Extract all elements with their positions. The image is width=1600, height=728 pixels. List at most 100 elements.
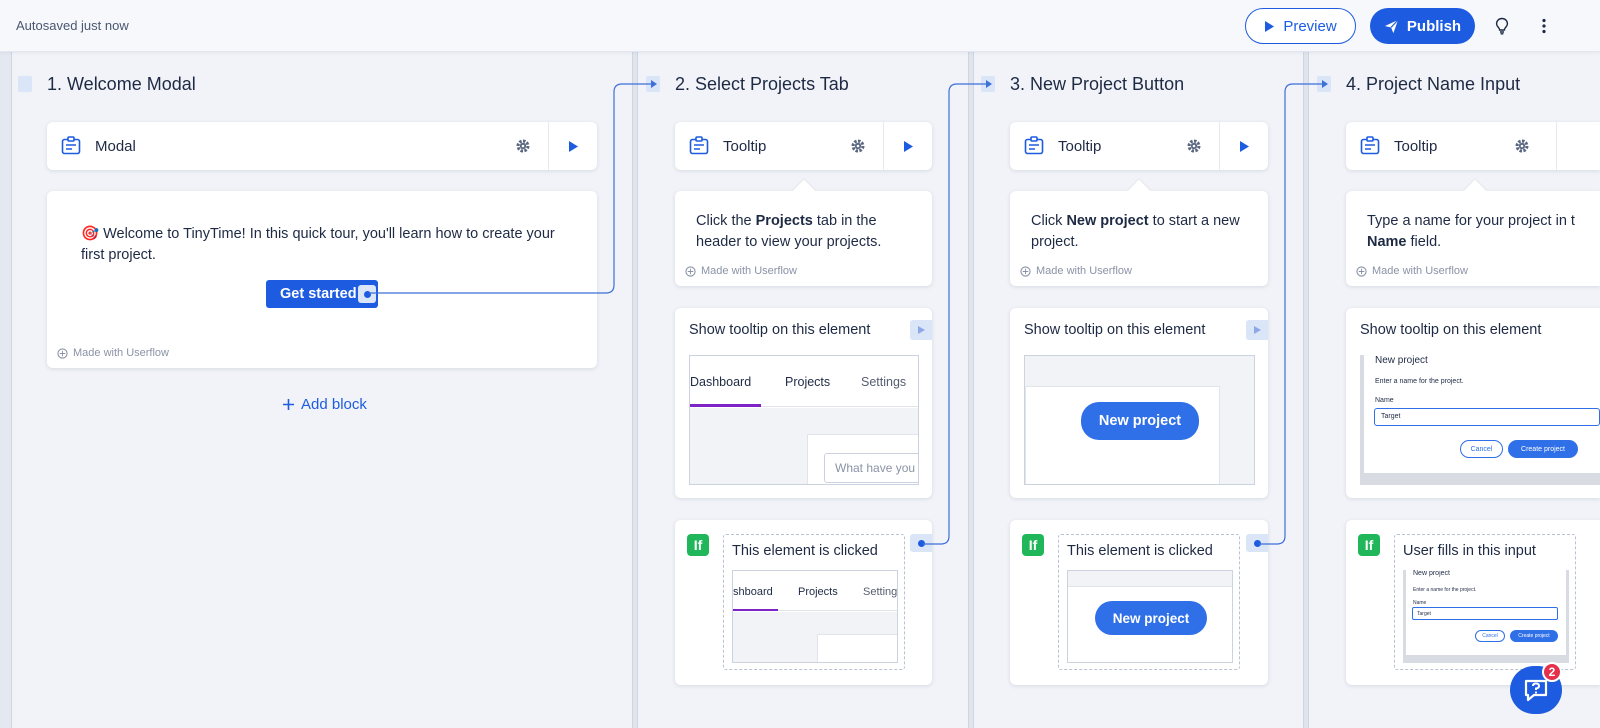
help-icon <box>1524 679 1548 702</box>
target-screenshot[interactable]: New project <box>1024 355 1255 485</box>
dialog-name-input: Target <box>1412 607 1558 620</box>
tooltip-arrow <box>1463 179 1487 203</box>
made-with-userflow: Made with Userflow <box>1020 265 1132 277</box>
condition-card[interactable]: If User fills in this input New project … <box>1346 520 1600 685</box>
connector-line <box>923 83 988 545</box>
tooltip-content-text[interactable]: Click the Projects tab in the header to … <box>696 211 921 253</box>
notification-badge: 2 <box>1542 662 1562 682</box>
play-step-button[interactable] <box>884 122 932 170</box>
modal-preview-card[interactable]: 🎯 Welcome to TinyTime! In this quick tou… <box>47 191 597 368</box>
add-block-button[interactable]: Add block <box>282 396 367 413</box>
autosave-status: Autosaved just now <box>16 18 129 33</box>
condition-output-port[interactable] <box>910 534 932 552</box>
gear-icon[interactable] <box>513 136 533 156</box>
userflow-logo-icon <box>1356 265 1367 277</box>
condition-box[interactable]: This element is clicked shboard Projects… <box>723 534 905 670</box>
modal-content-text[interactable]: 🎯 Welcome to TinyTime! In this quick tou… <box>81 224 571 266</box>
made-with-userflow: Made with Userflow <box>1356 265 1468 277</box>
condition-screenshot: shboard Projects Settings <box>732 570 898 663</box>
play-icon <box>1265 20 1275 32</box>
get-started-button[interactable]: Get started <box>266 280 378 308</box>
send-icon <box>1384 19 1399 33</box>
userflow-logo-icon <box>685 265 696 277</box>
more-options-icon[interactable] <box>1532 14 1556 38</box>
mini-panel <box>817 634 897 662</box>
target-title: Show tooltip on this element <box>689 322 871 338</box>
step-type-label: Tooltip <box>1394 137 1438 155</box>
condition-title: This element is clicked <box>732 543 878 559</box>
step-title[interactable]: 1. Welcome Modal <box>47 74 196 95</box>
condition-screenshot: New project <box>1067 570 1233 663</box>
play-step-button[interactable] <box>549 122 597 170</box>
condition-title: User fills in this input <box>1403 543 1536 559</box>
preview-button[interactable]: Preview <box>1245 8 1356 44</box>
tooltip-preview-card[interactable]: Click the Projects tab in the header to … <box>675 179 932 286</box>
step-entry-port[interactable] <box>981 76 995 92</box>
connector-line <box>1259 83 1324 545</box>
mini-tab: shboard <box>733 586 773 598</box>
step-type-card[interactable]: Tooltip <box>1010 122 1268 170</box>
play-icon <box>568 140 578 152</box>
active-tab-indicator <box>690 404 761 407</box>
condition-card[interactable]: If This element is clicked shboard Proje… <box>675 520 932 685</box>
target-screenshot[interactable]: Dashboard Projects Settings What have yo… <box>689 355 919 485</box>
if-icon: If <box>687 534 709 556</box>
condition-box[interactable]: User fills in this input New project Ent… <box>1394 534 1576 670</box>
dialog-title: New project <box>1375 355 1428 366</box>
step-divider <box>632 52 638 728</box>
step-type-card[interactable]: Tooltip <box>1346 122 1600 170</box>
play-icon <box>1239 140 1249 152</box>
tooltip-preview-card[interactable]: Type a name for your project in t Name fi… <box>1346 179 1600 286</box>
tooltip-preview-card[interactable]: Click New project to start a new project… <box>1010 179 1268 286</box>
target-element-card[interactable]: Show tooltip on this element Dashboard P… <box>675 308 932 498</box>
dialog-name-input: Target <box>1374 408 1600 426</box>
userflow-logo-icon <box>1020 265 1031 277</box>
target-title: Show tooltip on this element <box>1024 322 1206 338</box>
gear-icon[interactable] <box>1512 136 1532 156</box>
step-entry-port[interactable] <box>646 76 660 92</box>
mini-tab: Dashboard <box>690 375 752 389</box>
step-title[interactable]: 3. New Project Button <box>1010 74 1184 95</box>
target-element-card[interactable]: Show tooltip on this element New project <box>1010 308 1268 498</box>
lightbulb-icon[interactable] <box>1490 14 1514 38</box>
target-screenshot[interactable]: New project Enter a name for the project… <box>1360 355 1600 485</box>
condition-box[interactable]: This element is clicked New project <box>1058 534 1240 670</box>
play-step-button[interactable] <box>1220 122 1268 170</box>
play-target-button[interactable] <box>910 320 932 340</box>
dialog-field-label: Name <box>1375 397 1394 404</box>
step-entry-port[interactable] <box>1317 76 1331 92</box>
step-divider <box>1303 52 1309 728</box>
dialog-title: New project <box>1413 570 1450 577</box>
step-title[interactable]: 4. Project Name Input <box>1346 74 1520 95</box>
play-target-button[interactable] <box>1246 320 1268 340</box>
dialog-cancel: Cancel <box>1475 630 1505 642</box>
mini-tab: Settings <box>863 586 898 598</box>
new-project-target: New project <box>1081 402 1199 440</box>
step-title[interactable]: 2. Select Projects Tab <box>675 74 849 95</box>
publish-button[interactable]: Publish <box>1370 8 1475 44</box>
gear-icon[interactable] <box>848 136 868 156</box>
condition-screenshot: New project Enter a name for the project… <box>1403 570 1569 663</box>
target-title: Show tooltip on this element <box>1360 322 1542 338</box>
button-output-port[interactable] <box>358 285 376 303</box>
step-type-card[interactable]: Tooltip <box>675 122 932 170</box>
tooltip-arrow <box>1127 179 1151 203</box>
get-started-label: Get started <box>280 286 357 302</box>
preview-label: Preview <box>1283 17 1337 35</box>
condition-card[interactable]: If This element is clicked New project <box>1010 520 1268 685</box>
mini-tab: Settings <box>861 375 907 389</box>
target-element-card[interactable]: Show tooltip on this element New project… <box>1346 308 1600 498</box>
play-icon <box>1253 326 1261 334</box>
dialog-cancel: Cancel <box>1460 440 1503 458</box>
if-icon: If <box>1022 534 1044 556</box>
tooltip-content-text[interactable]: Click New project to start a new project… <box>1031 211 1256 253</box>
new-project-target: New project <box>1095 601 1207 635</box>
condition-output-port[interactable] <box>1246 534 1268 552</box>
step-type-card[interactable]: Modal <box>47 122 597 170</box>
tooltip-content-text[interactable]: Type a name for your project in t Name fi… <box>1367 211 1600 253</box>
tooltip-arrow <box>792 179 816 203</box>
step-entry-port[interactable] <box>18 76 32 92</box>
gear-icon[interactable] <box>1184 136 1204 156</box>
separator <box>1556 122 1557 170</box>
modal-icon <box>61 136 81 155</box>
